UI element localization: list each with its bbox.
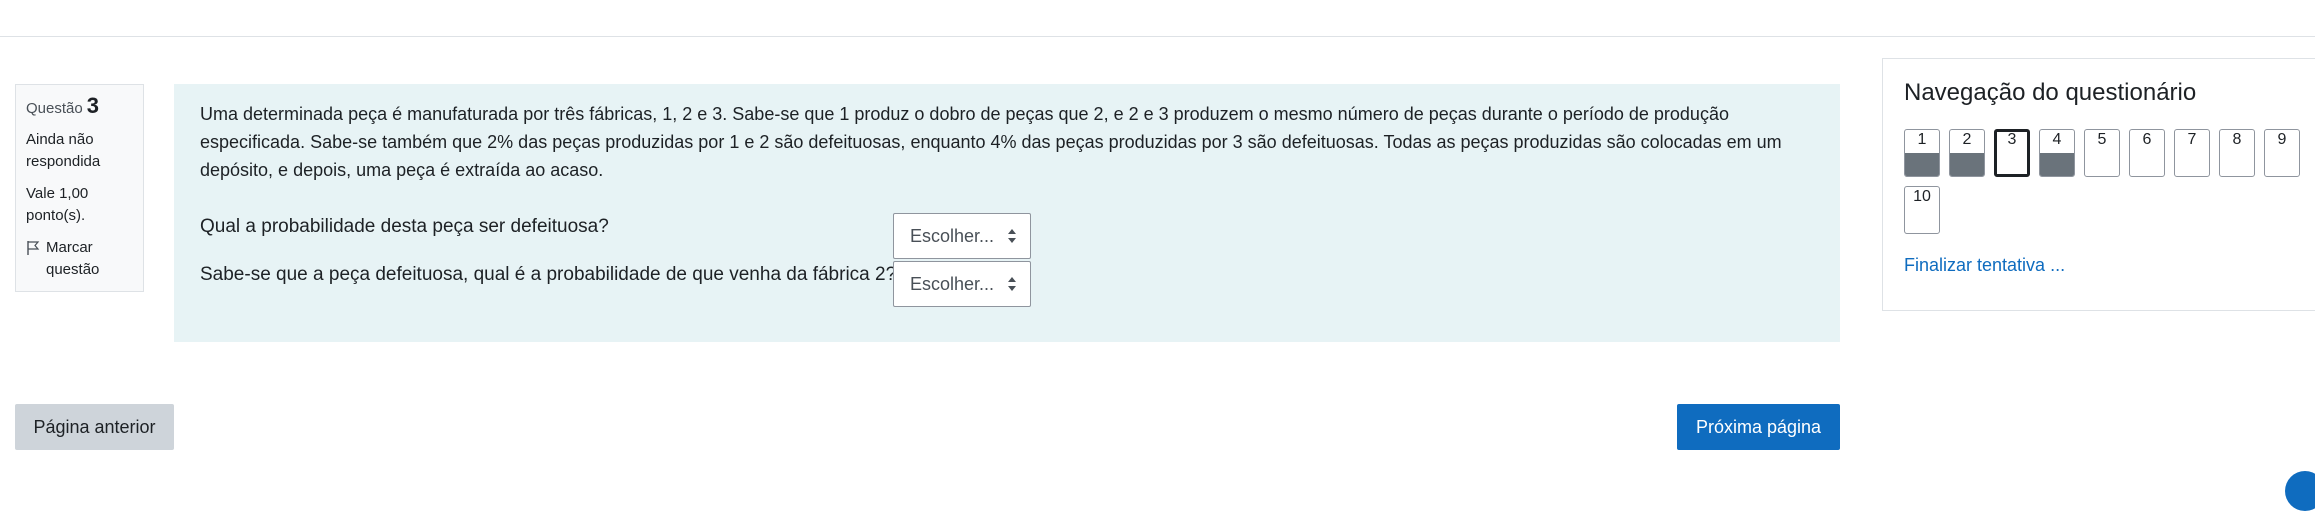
flag-question-toggle[interactable]: Marcar questão xyxy=(26,237,133,281)
subquestion-2-select[interactable]: Escolher... xyxy=(893,261,1031,307)
quiz-nav-question-1[interactable]: 1 xyxy=(1904,129,1940,177)
quiz-nav-number: 1 xyxy=(1917,131,1927,148)
quiz-nav-number: 10 xyxy=(1913,188,1931,205)
flag-icon xyxy=(27,241,40,255)
quiz-nav-number: 6 xyxy=(2142,131,2152,148)
answered-indicator xyxy=(1950,153,1984,176)
question-info: Questão 3 Ainda não respondida Vale 1,00 … xyxy=(15,84,144,292)
quiz-nav-number: 2 xyxy=(1962,131,1972,148)
question-grade: Vale 1,00 ponto(s). xyxy=(26,185,89,224)
next-page-button[interactable]: Próxima página xyxy=(1677,404,1840,450)
quiz-navigation: Navegação do questionário 1 2 3 4 5 6 7 … xyxy=(1882,58,2315,311)
help-button[interactable] xyxy=(2285,471,2315,511)
top-bar xyxy=(0,0,2315,37)
question-state: Ainda não respondida xyxy=(26,131,101,170)
subquestion-1-select-value: Escolher... xyxy=(910,226,995,246)
quiz-nav-question-3[interactable]: 3 xyxy=(1994,129,2030,177)
quiz-nav-number: 9 xyxy=(2277,131,2287,148)
quiz-nav-number: 5 xyxy=(2097,131,2107,148)
quiz-nav-question-2[interactable]: 2 xyxy=(1949,129,1985,177)
subquestion-2-select-value: Escolher... xyxy=(910,274,995,294)
quiz-nav-question-7[interactable]: 7 xyxy=(2174,129,2210,177)
quiz-nav-question-5[interactable]: 5 xyxy=(2084,129,2120,177)
previous-page-button[interactable]: Página anterior xyxy=(15,404,174,450)
quiz-navigation-title: Navegação do questionário xyxy=(1904,79,2197,106)
question-number-label: Questão xyxy=(26,100,83,117)
finish-attempt-link[interactable]: Finalizar tentativa ... xyxy=(1904,255,2065,276)
answered-indicator xyxy=(1905,153,1939,176)
subquestion-2-label: Sabe-se que a peça defeituosa, qual é a … xyxy=(200,264,897,285)
quiz-nav-question-10[interactable]: 10 xyxy=(1904,186,1940,234)
quiz-nav-number: 8 xyxy=(2232,131,2242,148)
select-arrows-icon xyxy=(1008,277,1016,291)
subquestion-1-label: Qual a probabilidade desta peça ser defe… xyxy=(200,216,609,237)
question-number-value: 3 xyxy=(86,93,99,118)
question-text: Uma determinada peça é manufaturada por … xyxy=(200,104,1782,180)
quiz-nav-question-4[interactable]: 4 xyxy=(2039,129,2075,177)
question-content: Uma determinada peça é manufaturada por … xyxy=(174,84,1840,342)
quiz-nav-question-6[interactable]: 6 xyxy=(2129,129,2165,177)
subquestion-1-select[interactable]: Escolher... xyxy=(893,213,1031,259)
quiz-nav-number: 4 xyxy=(2052,131,2062,148)
quiz-nav-question-8[interactable]: 8 xyxy=(2219,129,2255,177)
select-arrows-icon xyxy=(1008,229,1016,243)
flag-label: Marcar questão xyxy=(46,239,100,278)
quiz-nav-number: 3 xyxy=(2007,131,2017,148)
quiz-nav-question-9[interactable]: 9 xyxy=(2264,129,2300,177)
answered-indicator xyxy=(2040,153,2074,176)
quiz-nav-number: 7 xyxy=(2187,131,2197,148)
question-number: Questão 3 xyxy=(26,93,133,119)
